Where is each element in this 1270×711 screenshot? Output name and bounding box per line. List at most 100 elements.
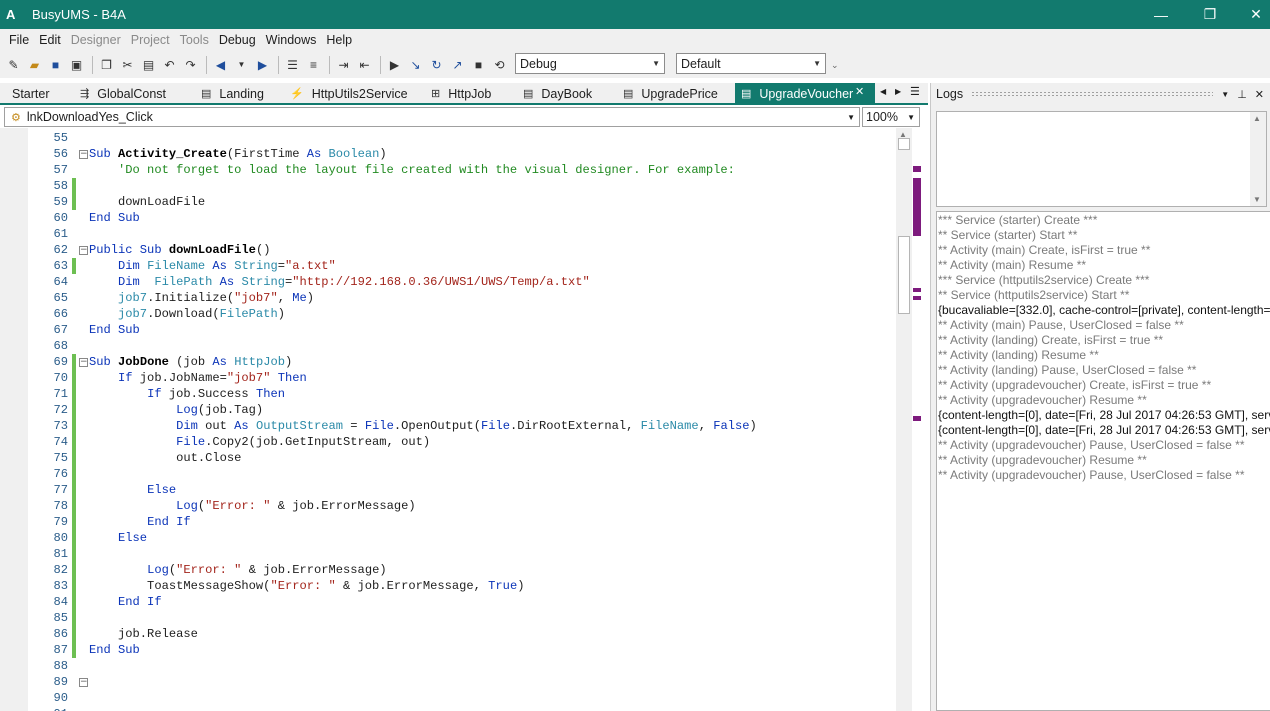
- outdent-icon[interactable]: ⇤: [355, 55, 374, 74]
- menu-tools[interactable]: Tools: [175, 33, 214, 47]
- code-line[interactable]: 66 job7.Download(FilePath): [28, 306, 896, 322]
- tab-landing[interactable]: ▤ Landing: [193, 83, 264, 104]
- code-line[interactable]: 91: [28, 706, 896, 711]
- minimize-button[interactable]: —: [1138, 0, 1184, 29]
- code-line[interactable]: 60 End Sub: [28, 210, 896, 226]
- code-line[interactable]: 65 job7.Initialize("job7", Me): [28, 290, 896, 306]
- comment-block-icon[interactable]: ☰: [283, 55, 302, 74]
- tab-upgradeprice[interactable]: ▤ UpgradePrice: [615, 83, 718, 104]
- fold-toggle-icon[interactable]: −: [79, 246, 88, 255]
- code-line[interactable]: 90: [28, 690, 896, 706]
- fold-toggle-icon[interactable]: −: [79, 358, 88, 367]
- menu-debug[interactable]: Debug: [214, 33, 261, 47]
- code-line[interactable]: 58: [28, 178, 896, 194]
- restart-icon[interactable]: ⟲: [490, 55, 509, 74]
- tab-close-icon[interactable]: ✕: [855, 85, 864, 98]
- fold-toggle-icon[interactable]: −: [79, 678, 88, 687]
- error-marker[interactable]: [913, 178, 921, 236]
- zoom-select[interactable]: 100% ▼: [862, 107, 920, 127]
- menu-project[interactable]: Project: [126, 33, 175, 47]
- menu-windows[interactable]: Windows: [261, 33, 322, 47]
- build-configuration-select[interactable]: Debug ▼: [515, 53, 665, 74]
- code-line[interactable]: 59 downLoadFile: [28, 194, 896, 210]
- code-line[interactable]: 70 If job.JobName="job7" Then: [28, 370, 896, 386]
- stop-icon[interactable]: ■: [469, 55, 488, 74]
- logs-filter-box[interactable]: ▲ ▼: [936, 111, 1267, 207]
- code-line[interactable]: 61: [28, 226, 896, 242]
- code-line[interactable]: 75 out.Close: [28, 450, 896, 466]
- fold-toggle-icon[interactable]: −: [79, 150, 88, 159]
- code-line[interactable]: 84 End If: [28, 594, 896, 610]
- error-marker[interactable]: [913, 296, 921, 300]
- error-marker[interactable]: [913, 416, 921, 421]
- code-line[interactable]: 73 Dim out As OutputStream = File.OpenOu…: [28, 418, 896, 434]
- menu-edit[interactable]: Edit: [34, 33, 66, 47]
- navigate-back-icon[interactable]: ◀: [211, 55, 230, 74]
- split-handle[interactable]: [898, 138, 910, 150]
- tab-upgradevoucher[interactable]: ▤ UpgradeVoucher: [735, 83, 875, 104]
- copy-icon[interactable]: ❐: [97, 55, 116, 74]
- code-line[interactable]: 79 End If: [28, 514, 896, 530]
- code-area[interactable]: 55 56− Sub Activity_Create(FirstTime As Bo…: [28, 130, 896, 711]
- code-line[interactable]: 88: [28, 658, 896, 674]
- run-icon[interactable]: ▶: [385, 55, 404, 74]
- code-line[interactable]: 87 End Sub: [28, 642, 896, 658]
- code-line[interactable]: 56 − Sub Activity_Create(FirstTime As Bool…: [28, 146, 896, 162]
- code-line[interactable]: 85: [28, 610, 896, 626]
- code-line[interactable]: 80 Else: [28, 530, 896, 546]
- code-line[interactable]: 67 End Sub: [28, 322, 896, 338]
- indent-icon[interactable]: ⇥: [334, 55, 353, 74]
- code-line[interactable]: 57 'Do not forget to load the layout fil…: [28, 162, 896, 178]
- error-marker[interactable]: [913, 288, 921, 292]
- save-icon[interactable]: ■: [46, 55, 65, 74]
- tab-globalconst[interactable]: ⇶ GlobalConst: [72, 83, 166, 104]
- code-line[interactable]: 69 − Sub JobDone (job As HttpJob): [28, 354, 896, 370]
- editor-vertical-scrollbar[interactable]: ▲: [896, 128, 912, 711]
- code-line[interactable]: 71 If job.Success Then: [28, 386, 896, 402]
- tab-starter[interactable]: Starter: [4, 83, 50, 104]
- tab-httputils2service[interactable]: ⚡ HttpUtils2Service: [282, 83, 408, 104]
- code-line[interactable]: 76: [28, 466, 896, 482]
- step-out-icon[interactable]: ↗: [448, 55, 467, 74]
- toolbar-overflow-icon[interactable]: ⌄: [831, 60, 839, 71]
- scroll-up-icon[interactable]: ▲: [1253, 114, 1261, 123]
- tab-scroll-right-icon[interactable]: ▶: [895, 87, 901, 96]
- tab-list-icon[interactable]: ☰: [910, 85, 920, 98]
- cut-icon[interactable]: ✂: [118, 55, 137, 74]
- code-line[interactable]: 68: [28, 338, 896, 354]
- code-line[interactable]: 78 Log("Error: " & job.ErrorMessage): [28, 498, 896, 514]
- code-line[interactable]: 89 −: [28, 674, 896, 690]
- scroll-down-icon[interactable]: ▼: [1253, 195, 1261, 204]
- code-line[interactable]: 63 Dim FileName As String="a.txt": [28, 258, 896, 274]
- pin-icon[interactable]: ⊥: [1237, 88, 1247, 101]
- code-line[interactable]: 62 − Public Sub downLoadFile(): [28, 242, 896, 258]
- undo-icon[interactable]: ↶: [160, 55, 179, 74]
- code-line[interactable]: 72 Log(job.Tag): [28, 402, 896, 418]
- paste-icon[interactable]: ▤: [139, 55, 158, 74]
- code-line[interactable]: 55: [28, 130, 896, 146]
- code-editor[interactable]: 55 56− Sub Activity_Create(FirstTime As Bo…: [0, 128, 928, 711]
- close-window-button[interactable]: ✕: [1233, 0, 1270, 29]
- save-all-icon[interactable]: ▣: [67, 55, 86, 74]
- code-line[interactable]: 77 Else: [28, 482, 896, 498]
- device-configuration-select[interactable]: Default ▼: [676, 53, 826, 74]
- restore-button[interactable]: ❐: [1187, 0, 1233, 29]
- navigate-back-dropdown-icon[interactable]: ▼: [232, 55, 251, 74]
- code-line[interactable]: 86 job.Release: [28, 626, 896, 642]
- open-folder-icon[interactable]: ▰: [25, 55, 44, 74]
- uncomment-block-icon[interactable]: ≡: [304, 55, 323, 74]
- method-selector[interactable]: ⚙ lnkDownloadYes_Click ▼: [4, 107, 860, 127]
- tab-daybook[interactable]: ▤ DayBook: [515, 83, 592, 104]
- code-line[interactable]: 81: [28, 546, 896, 562]
- menu-help[interactable]: Help: [321, 33, 357, 47]
- code-line[interactable]: 82 Log("Error: " & job.ErrorMessage): [28, 562, 896, 578]
- navigate-forward-icon[interactable]: ▶: [253, 55, 272, 74]
- menu-designer[interactable]: Designer: [66, 33, 126, 47]
- tab-scroll-left-icon[interactable]: ◀: [880, 87, 886, 96]
- scrollbar-thumb[interactable]: [898, 236, 910, 314]
- step-over-icon[interactable]: ↻: [427, 55, 446, 74]
- panel-close-icon[interactable]: ✕: [1255, 88, 1264, 101]
- logs-list[interactable]: *** Service (starter) Create *** ** Servi…: [936, 211, 1270, 711]
- step-in-icon[interactable]: ↘: [406, 55, 425, 74]
- code-line[interactable]: 64 Dim FilePath As String="http://192.16…: [28, 274, 896, 290]
